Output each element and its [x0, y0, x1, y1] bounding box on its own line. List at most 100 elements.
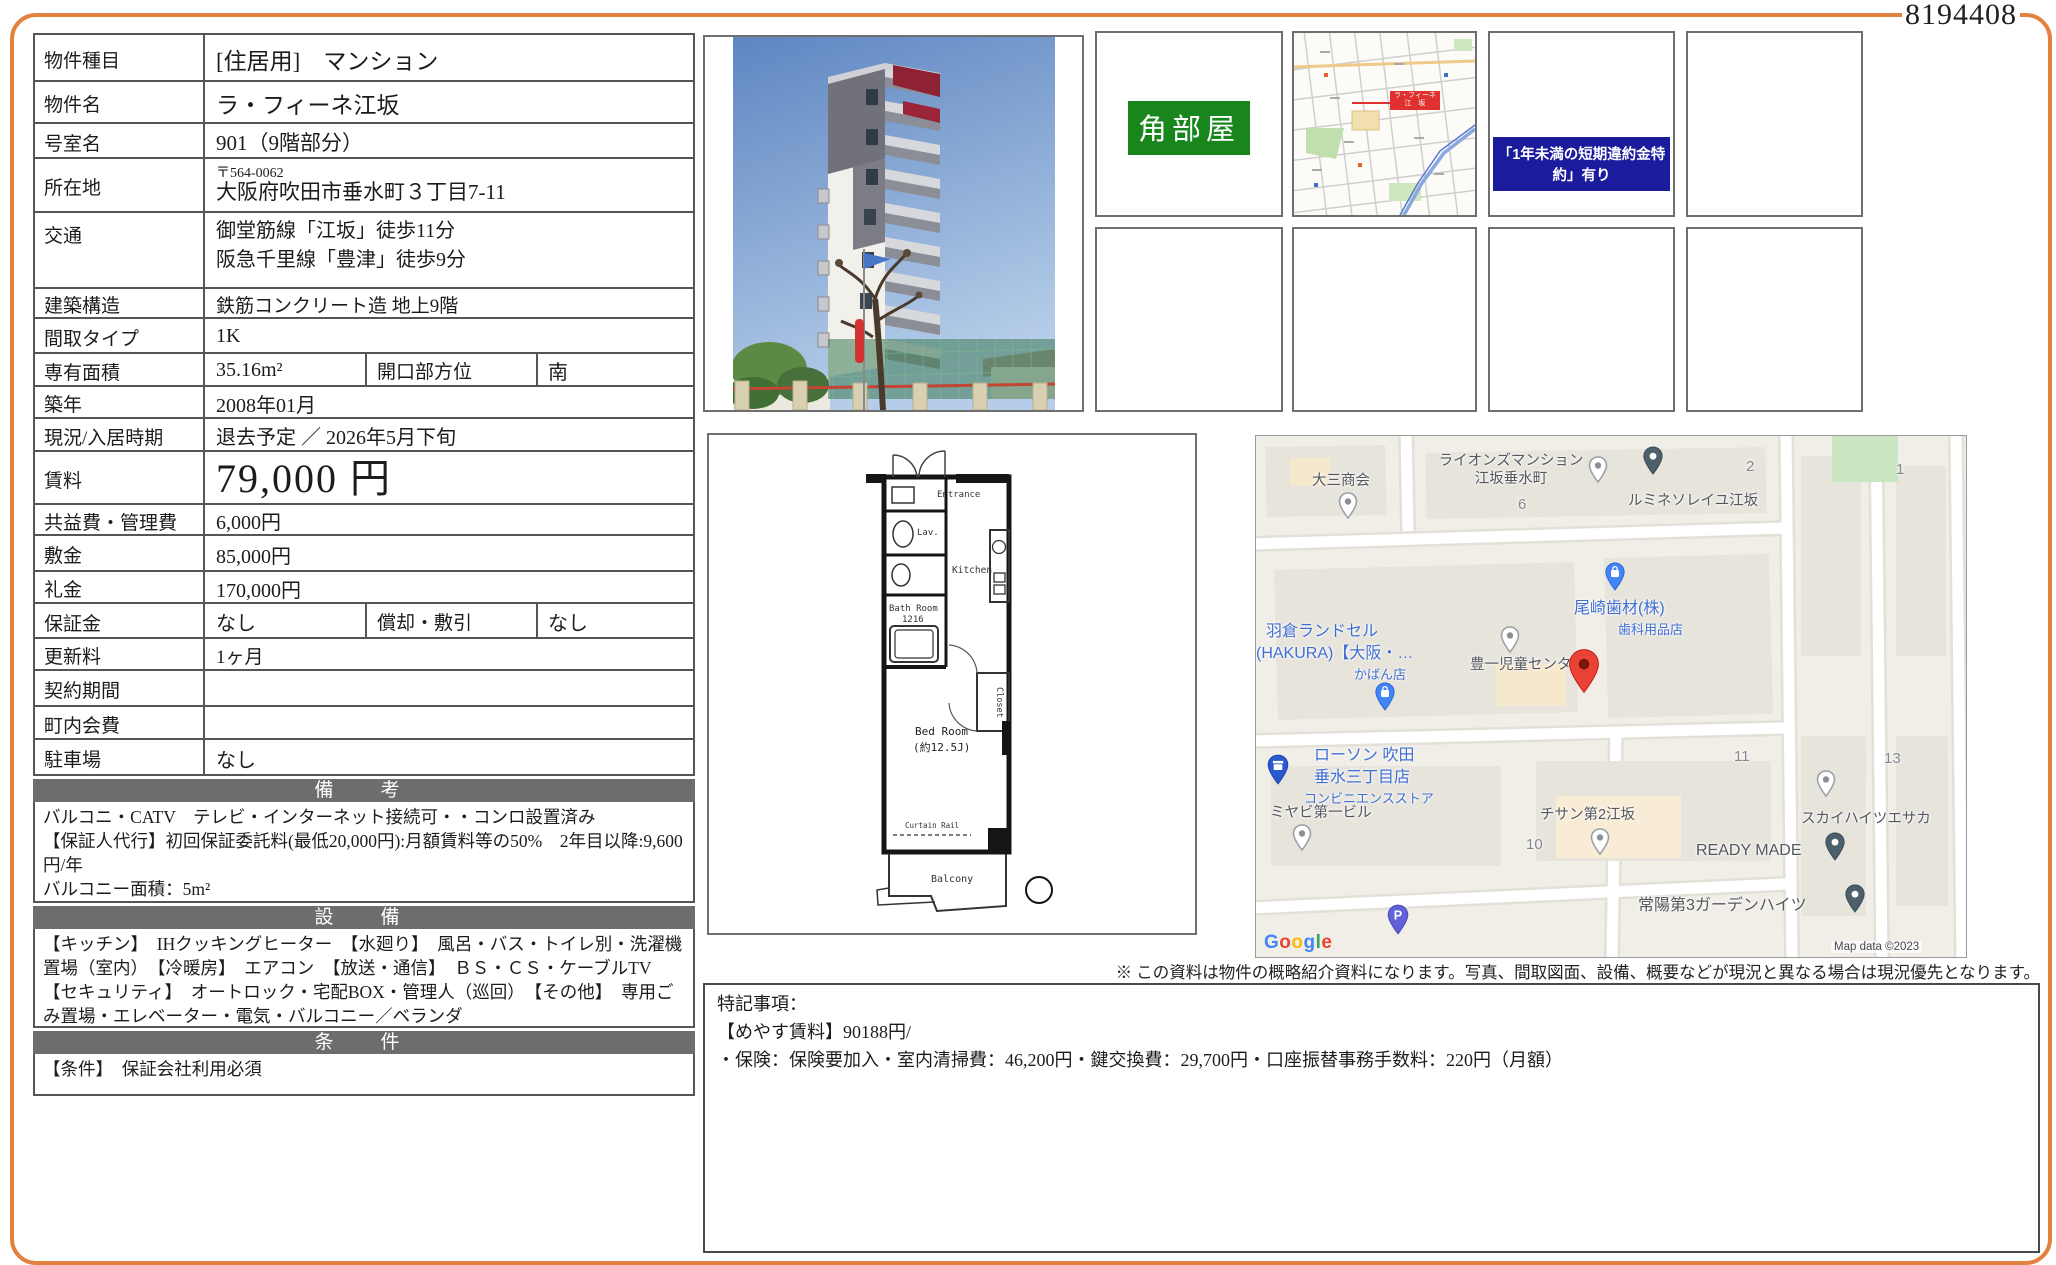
- google-logo: Google: [1264, 932, 1332, 954]
- row-label: 物件種目: [35, 35, 205, 80]
- table-row: 交通御堂筋線「江坂」徒歩11分 阪急千里線「豊津」徒歩9分: [35, 213, 693, 289]
- table-row: 物件種目[住居用] マンション: [35, 35, 693, 82]
- row-sub-label: 開口部方位: [365, 354, 538, 385]
- map-label: 2: [1746, 458, 1754, 477]
- map-pin-destination-icon: [1568, 648, 1600, 694]
- property-table: 物件種目[住居用] マンション 物件名ラ・フィーネ江坂 号室名901（9階部分）…: [33, 33, 695, 1096]
- google-map: 大三商会 ライオンズマンション 江坂垂水町 6 ルミネソレイユ江坂 2 1 尾崎…: [1255, 435, 1967, 958]
- floorplan-balcony-label: Balcony: [931, 874, 973, 885]
- row-value: 85,000円: [205, 536, 693, 570]
- map-label: (HAKURA)【大阪・…: [1256, 644, 1413, 664]
- conditions-text: 【条件】 保証会社利用必須: [33, 1054, 695, 1096]
- map-label: チサン第2江坂: [1540, 806, 1635, 824]
- map-pin-gray-icon: [1500, 626, 1520, 654]
- google-letter: G: [1264, 932, 1279, 953]
- map-label: 豊一児童センタ: [1470, 656, 1572, 674]
- row-label: 共益費・管理費: [35, 505, 205, 534]
- table-row: 所在地〒564-0062大阪府吹田市垂水町３丁目7-11: [35, 159, 693, 213]
- row-value: 901（9階部分）: [205, 124, 693, 157]
- table-row: 敷金85,000円: [35, 536, 693, 572]
- short-term-penalty-banner: 「1年未満の短期違約金特約」有り: [1493, 137, 1670, 191]
- floorplan-kitchen-label: Kitchen: [952, 565, 992, 576]
- row-label: 保証金: [35, 604, 205, 637]
- row-label: 建築構造: [35, 289, 205, 317]
- row-label: 交通: [35, 213, 205, 287]
- thumb-box-corner-room: 角部屋: [1095, 31, 1283, 217]
- disclaimer-text: ※ この資料は物件の概略紹介資料になります。写真、間取図面、設備、概要などが現況…: [703, 959, 2040, 983]
- map-label: 歯科用品店: [1618, 622, 1683, 638]
- rent-value: 79,000 円: [205, 452, 693, 503]
- table-row: 建築構造鉄筋コンクリート造 地上9階: [35, 289, 693, 319]
- floor-plan-box: Entrance Lav. Bath Room 1216 Kitchen Clo…: [707, 433, 1197, 935]
- remarks-text: バルコニ・CATV テレビ・インターネット接続可・・コンロ設置済み 【保証人代行…: [33, 802, 695, 903]
- map-label: スカイハイツエサカ: [1801, 810, 1931, 828]
- address: 大阪府吹田市垂水町３丁目7-11: [216, 181, 506, 204]
- floorplan-entrance-label: Entrance: [937, 490, 980, 500]
- corner-room-badge: 角部屋: [1128, 101, 1250, 155]
- row-value: 170,000円: [205, 572, 693, 602]
- google-letter: o: [1291, 932, 1303, 953]
- map-label: 11: [1734, 748, 1750, 767]
- floorplan-bath-size: 1216: [902, 615, 924, 625]
- map-label: ルミネソレイユ江坂: [1628, 492, 1758, 510]
- table-row: 現況/入居時期退去予定 ／ 2026年5月下旬: [35, 419, 693, 452]
- property-flyer-page: { "doc": { "number": "8194408" }, "table…: [0, 0, 2056, 1265]
- special-notes-fees: ・保険：保険要加入・室内清掃費：46,200円・鍵交換費：29,700円・口座振…: [717, 1047, 2026, 1075]
- row-label: 契約期間: [35, 671, 205, 705]
- conditions-section-header: 条 件: [33, 1031, 695, 1054]
- floorplan-lavatory-label: Lav.: [917, 528, 939, 538]
- special-notes-box: 特記事項： 【めやす賃料】90188円/ ・保険：保険要加入・室内清掃費：46,…: [703, 983, 2040, 1253]
- row-value: 鉄筋コンクリート造 地上9階: [205, 289, 693, 317]
- compass-icon: [1026, 877, 1052, 903]
- minimap-image: [1294, 33, 1475, 215]
- row-sub-value: 南: [538, 354, 693, 385]
- map-pin-gray-icon: [1338, 492, 1358, 520]
- table-row: 契約期間: [35, 671, 693, 707]
- table-row: 号室名901（9階部分）: [35, 124, 693, 159]
- row-value: 〒564-0062大阪府吹田市垂水町３丁目7-11: [205, 159, 693, 211]
- map-label: 垂水三丁目店: [1314, 768, 1410, 788]
- row-label: 間取タイプ: [35, 319, 205, 352]
- floorplan-closet-label: Closet: [994, 687, 1004, 718]
- table-row: 保証金なし償却・敷引なし: [35, 604, 693, 639]
- row-value: 35.16m²: [205, 354, 365, 385]
- row-label: 所在地: [35, 159, 205, 211]
- parking-letter: P: [1394, 908, 1402, 922]
- minimap-property-marker: ラ・フィーネ 江 坂: [1390, 91, 1440, 110]
- table-row: 専有面積35.16m²開口部方位南: [35, 354, 693, 387]
- map-label: ローソン 吹田: [1314, 746, 1414, 766]
- row-value: 1ヶ月: [205, 639, 693, 669]
- floor-plan-drawing: Entrance Lav. Bath Room 1216 Kitchen Clo…: [709, 435, 1195, 933]
- map-pin-parking-icon: P: [1386, 904, 1406, 932]
- thumb-box-empty-1: [1686, 31, 1863, 217]
- map-label: かばん店: [1354, 667, 1406, 683]
- row-value: [住居用] マンション: [205, 35, 693, 80]
- row-sub-value: なし: [538, 604, 693, 637]
- map-pin-gray-icon: [1292, 824, 1312, 852]
- table-row: 間取タイプ1K: [35, 319, 693, 354]
- row-label: 物件名: [35, 82, 205, 122]
- map-label: 1: [1896, 461, 1904, 480]
- row-label: 町内会費: [35, 707, 205, 738]
- row-label: 礼金: [35, 572, 205, 602]
- map-pin-gray-icon: [1816, 770, 1836, 798]
- row-label: 築年: [35, 387, 205, 417]
- remarks-section-header: 備 考: [33, 779, 695, 802]
- google-letter: e: [1321, 932, 1332, 953]
- equipment-text: 【キッチン】 IHクッキングヒーター 【水廻り】 風呂・バス・トイレ別・洗濯機置…: [33, 929, 695, 1028]
- floorplan-bath-label: Bath Room: [889, 604, 938, 614]
- row-label: 専有面積: [35, 354, 205, 385]
- map-label: 6: [1518, 496, 1526, 515]
- row-value: 御堂筋線「江坂」徒歩11分 阪急千里線「豊津」徒歩9分: [205, 213, 693, 287]
- map-label: 10: [1526, 836, 1543, 855]
- special-notes-rent-guide: 【めやす賃料】90188円/: [717, 1019, 2026, 1047]
- table-row: 礼金170,000円: [35, 572, 693, 604]
- map-pin-gray-icon: [1588, 456, 1608, 484]
- document-number: 8194408: [1902, 0, 2020, 33]
- table-row: 築年2008年01月: [35, 387, 693, 419]
- map-label: ミヤビ第一ビル: [1270, 804, 1372, 822]
- row-value: 退去予定 ／ 2026年5月下旬: [205, 419, 693, 450]
- row-label: 現況/入居時期: [35, 419, 205, 450]
- floorplan-bedroom-size: (約12.5J): [913, 740, 970, 754]
- equipment-section-header: 設 備: [33, 906, 695, 929]
